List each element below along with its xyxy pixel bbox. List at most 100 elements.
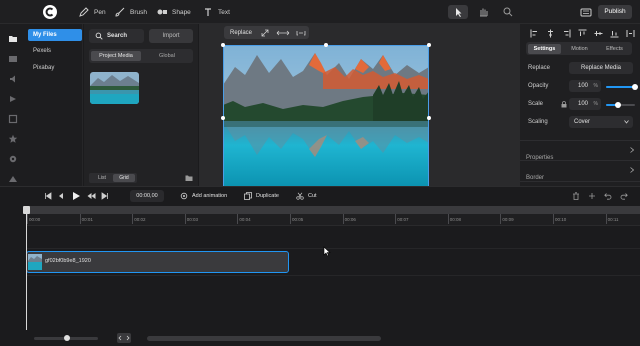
opacity-slider-fill <box>606 86 635 88</box>
cursor-icon <box>456 8 462 17</box>
favorites-icon[interactable] <box>8 134 18 144</box>
resize-handle[interactable] <box>221 43 225 47</box>
search-icon <box>95 32 103 40</box>
pen-icon <box>79 7 89 17</box>
scale-input[interactable]: 100 % <box>569 98 601 110</box>
align-left-icon[interactable] <box>530 29 539 38</box>
opacity-slider-knob[interactable] <box>632 84 638 90</box>
media-thumbnail[interactable] <box>90 72 139 104</box>
zoom-tool-button[interactable] <box>501 5 515 19</box>
step-back-icon[interactable] <box>57 192 65 200</box>
settings-icon[interactable] <box>8 154 18 164</box>
scaling-select[interactable]: Cover <box>569 116 633 128</box>
border-section-toggle[interactable]: Border <box>526 166 634 181</box>
files-item-my-files[interactable]: My Files <box>28 29 82 41</box>
replace-label: Replace <box>528 65 551 71</box>
audio-icon[interactable] <box>8 74 18 84</box>
play-icon[interactable] <box>71 191 81 201</box>
resize-handle[interactable] <box>324 43 328 47</box>
selection-frame[interactable] <box>223 45 429 190</box>
undo-icon[interactable] <box>604 192 612 200</box>
fit-timeline-button[interactable] <box>117 333 131 343</box>
delete-icon[interactable] <box>572 192 580 200</box>
rewind-icon[interactable] <box>87 192 96 200</box>
timeline-tick-label: 00:05 <box>292 217 304 222</box>
skip-forward-icon[interactable] <box>101 192 109 200</box>
duplicate-button[interactable]: Duplicate <box>244 191 279 201</box>
transitions-icon[interactable] <box>8 94 18 104</box>
split-icon[interactable] <box>588 192 596 200</box>
new-folder-icon[interactable] <box>185 174 193 182</box>
align-right-icon[interactable] <box>562 29 571 38</box>
duplicate-label: Duplicate <box>256 193 279 199</box>
tab-motion[interactable]: Motion <box>563 44 596 54</box>
tool-brush[interactable]: Brush <box>114 5 147 19</box>
view-list-button[interactable]: List <box>91 174 113 182</box>
timecode-display[interactable]: 00:00,00 <box>130 190 164 202</box>
publish-button[interactable]: Publish <box>598 5 632 19</box>
view-grid-button[interactable]: Grid <box>113 174 135 182</box>
tool-pen[interactable]: Pen <box>78 5 106 19</box>
scaling-label: Scaling <box>528 119 548 125</box>
align-top-icon[interactable] <box>578 29 587 38</box>
scissors-icon <box>296 192 304 200</box>
skip-back-icon[interactable] <box>44 192 52 200</box>
shape-icon <box>157 9 167 15</box>
resize-handle[interactable] <box>427 116 431 120</box>
tab-effects[interactable]: Effects <box>598 44 631 54</box>
media-import-button[interactable]: Import <box>149 29 193 43</box>
timeline-clip[interactable]: gf02bf0b9e8_1920 <box>26 251 289 273</box>
flip-horizontal-icon[interactable] <box>275 28 291 38</box>
align-middle-vertical-icon[interactable] <box>594 29 603 38</box>
add-animation-label: Add animation <box>192 193 228 199</box>
tab-settings[interactable]: Settings <box>528 43 561 54</box>
align-bottom-icon[interactable] <box>610 29 619 38</box>
lock-icon[interactable] <box>561 101 567 108</box>
scaling-value: Cover <box>574 119 591 125</box>
media-search-button[interactable]: Search <box>89 29 144 43</box>
distribute-icon[interactable] <box>626 29 635 38</box>
replace-media-button[interactable]: Replace Media <box>569 62 633 74</box>
add-animation-button[interactable]: Add animation <box>180 191 227 201</box>
opacity-input[interactable]: 100 % <box>569 80 601 92</box>
timeline-tick-mark <box>132 214 134 224</box>
tab-global[interactable]: Global <box>143 51 191 61</box>
timeline-horizontal-scrollbar[interactable] <box>147 336 381 341</box>
media-library-icon[interactable] <box>8 54 18 64</box>
zoom-slider-knob[interactable] <box>64 335 70 341</box>
divider <box>520 181 640 182</box>
mouse-cursor-icon <box>323 246 331 257</box>
cut-button[interactable]: Cut <box>296 191 317 201</box>
timeline-tick-mark <box>447 214 449 224</box>
properties-section-toggle[interactable]: Properties <box>526 146 634 161</box>
clip-name: gf02bf0b9e8_1920 <box>45 258 91 264</box>
canvas-replace-button[interactable]: Replace <box>224 30 260 36</box>
files-item-pexels[interactable]: Pexels <box>28 45 82 57</box>
elements-icon[interactable] <box>8 114 18 124</box>
effects-icon[interactable] <box>8 174 18 184</box>
folder-icon[interactable] <box>8 34 18 44</box>
scale-slider-knob[interactable] <box>614 102 621 108</box>
resize-handle[interactable] <box>221 116 225 120</box>
playhead[interactable] <box>26 206 27 330</box>
media-search-label: Search <box>107 33 128 39</box>
align-center-horizontal-icon[interactable] <box>546 29 555 38</box>
crop-icon[interactable] <box>295 28 307 38</box>
expand-icon[interactable] <box>260 28 270 38</box>
tool-shape[interactable]: Shape <box>156 5 191 19</box>
timeline-zoom-slider[interactable] <box>34 335 98 341</box>
tool-text[interactable]: Text <box>202 5 230 19</box>
resize-handle[interactable] <box>427 43 431 47</box>
divider <box>520 140 640 141</box>
hand-tool-button[interactable] <box>476 5 490 19</box>
files-item-pixabay[interactable]: Pixabay <box>28 62 82 74</box>
timeline-tick-mark <box>500 214 502 224</box>
scale-slider[interactable] <box>606 102 635 108</box>
opacity-slider[interactable] <box>606 84 638 90</box>
redo-icon[interactable] <box>620 192 628 200</box>
playhead-handle[interactable] <box>23 206 30 214</box>
app-logo[interactable] <box>43 5 57 19</box>
tab-project-media[interactable]: Project Media <box>91 51 141 61</box>
select-tool-button[interactable] <box>448 5 468 19</box>
keyboard-shortcuts-button[interactable] <box>579 6 593 18</box>
